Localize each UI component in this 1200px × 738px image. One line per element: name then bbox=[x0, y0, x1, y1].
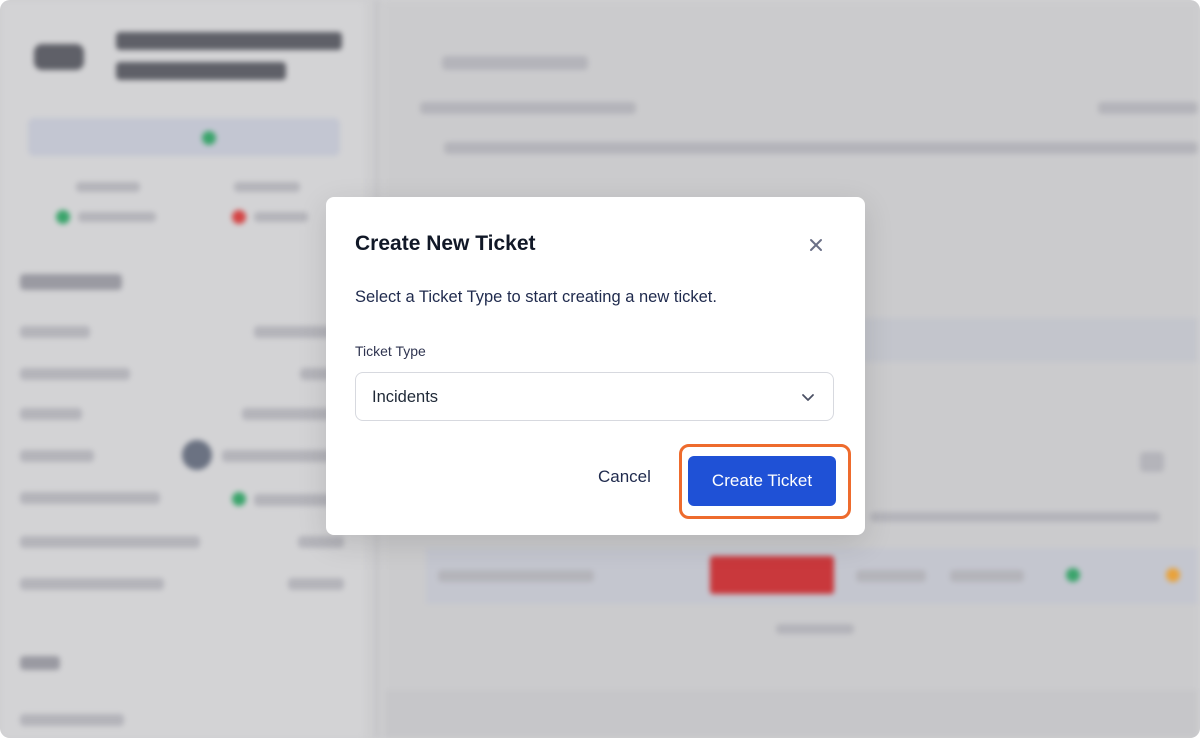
blur-text bbox=[420, 102, 636, 114]
blur-text bbox=[254, 212, 308, 222]
blur-heading bbox=[20, 274, 122, 290]
blur-text bbox=[298, 536, 344, 548]
close-button[interactable] bbox=[804, 233, 828, 257]
blur-text bbox=[254, 494, 334, 506]
device-image bbox=[34, 44, 84, 70]
blur-text bbox=[950, 570, 1024, 582]
close-icon bbox=[810, 239, 822, 251]
green-dot bbox=[56, 210, 70, 224]
status-dot bbox=[202, 131, 216, 145]
ticket-type-label: Ticket Type bbox=[355, 343, 426, 359]
blur-text bbox=[234, 182, 300, 192]
blur-text bbox=[20, 368, 130, 380]
blur-text bbox=[222, 450, 334, 462]
chevron-down-icon bbox=[802, 394, 814, 401]
blur-text bbox=[1098, 102, 1198, 114]
blur-text bbox=[870, 512, 1160, 522]
blur-text bbox=[20, 326, 90, 338]
green-dot bbox=[1066, 568, 1080, 582]
blur-text bbox=[242, 408, 334, 420]
blur-icon bbox=[1140, 452, 1164, 472]
blur-text bbox=[20, 450, 94, 462]
blur-text bbox=[254, 326, 334, 338]
create-ticket-modal: Create New Ticket Select a Ticket Type t… bbox=[326, 197, 865, 535]
blur-heading bbox=[20, 656, 60, 670]
blur-text bbox=[438, 570, 594, 582]
blur-red-tag bbox=[710, 556, 834, 594]
modal-title: Create New Ticket bbox=[355, 232, 536, 255]
cancel-button[interactable]: Cancel bbox=[598, 467, 651, 487]
orange-dot bbox=[1166, 568, 1180, 582]
blur-text bbox=[20, 408, 82, 420]
blur-breadcrumb bbox=[442, 56, 588, 70]
blur-text bbox=[20, 536, 200, 548]
app-window: Create New Ticket Select a Ticket Type t… bbox=[0, 0, 1200, 738]
background-footer bbox=[384, 690, 1198, 738]
device-title-blur bbox=[116, 32, 342, 50]
device-subtitle-blur bbox=[116, 62, 286, 80]
status-pill-blur bbox=[28, 118, 340, 156]
blur-text bbox=[76, 182, 140, 192]
avatar bbox=[182, 440, 212, 470]
modal-description: Select a Ticket Type to start creating a… bbox=[355, 288, 717, 306]
blur-text bbox=[288, 578, 344, 590]
blur-text bbox=[776, 624, 854, 634]
create-ticket-button[interactable]: Create Ticket bbox=[688, 456, 836, 506]
blur-text bbox=[444, 142, 1198, 154]
blur-text bbox=[20, 714, 124, 726]
ticket-type-value: Incidents bbox=[372, 388, 439, 406]
blur-text bbox=[20, 578, 164, 590]
blur-text bbox=[856, 570, 926, 582]
ticket-type-select[interactable]: Incidents bbox=[355, 372, 834, 421]
green-dot bbox=[232, 492, 246, 506]
blur-text bbox=[78, 212, 156, 222]
red-dot bbox=[232, 210, 246, 224]
blur-text bbox=[20, 492, 160, 504]
